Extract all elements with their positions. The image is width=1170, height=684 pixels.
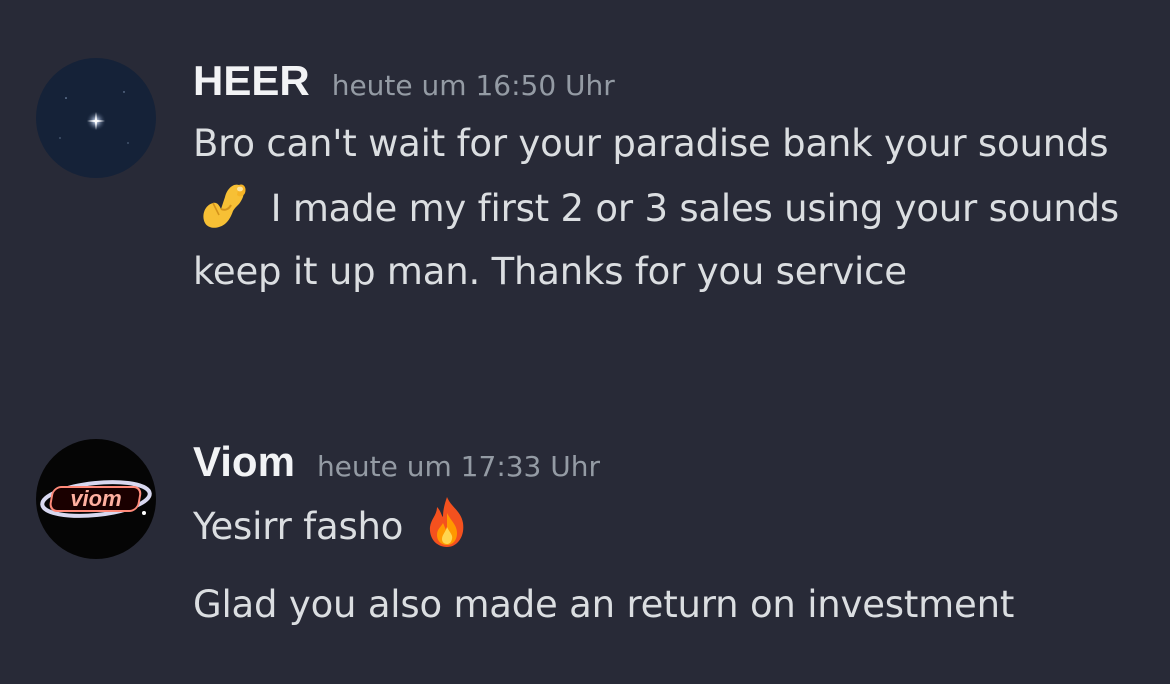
- message-content: Viom heute um 17:33 Uhr Yesirr fasho Glad…: [193, 437, 1143, 636]
- username[interactable]: HEER: [193, 57, 310, 104]
- message-content: HEER heute um 16:50 Uhr Bro can't wait fo…: [193, 56, 1143, 303]
- viom-logo-text: viom: [70, 486, 121, 511]
- message-text-part: Bro can't wait for your paradise bank yo…: [193, 122, 1109, 165]
- message-header: HEER heute um 16:50 Uhr: [193, 56, 1143, 106]
- message-text: Bro can't wait for your paradise bank yo…: [193, 112, 1143, 303]
- message-text-part: Yesirr fasho: [193, 505, 404, 548]
- username[interactable]: Viom: [193, 438, 295, 485]
- viom-avatar[interactable]: viom: [36, 439, 156, 559]
- star-night-avatar-icon: [36, 58, 156, 178]
- message-text-part: I made my first 2 or 3 sales using your …: [193, 187, 1120, 293]
- message-text: Glad you also made an return on investme…: [193, 583, 1015, 626]
- viom-logo-avatar-icon: viom: [36, 439, 156, 559]
- fire-emoji-icon: [417, 493, 477, 553]
- heer-avatar[interactable]: [36, 58, 156, 178]
- pinching-hand-emoji-icon: [195, 175, 255, 235]
- message-header: Viom heute um 17:33 Uhr: [193, 437, 1143, 487]
- message-text: Yesirr fasho: [193, 493, 1143, 558]
- timestamp: heute um 17:33 Uhr: [316, 450, 601, 483]
- timestamp: heute um 16:50 Uhr: [331, 69, 615, 102]
